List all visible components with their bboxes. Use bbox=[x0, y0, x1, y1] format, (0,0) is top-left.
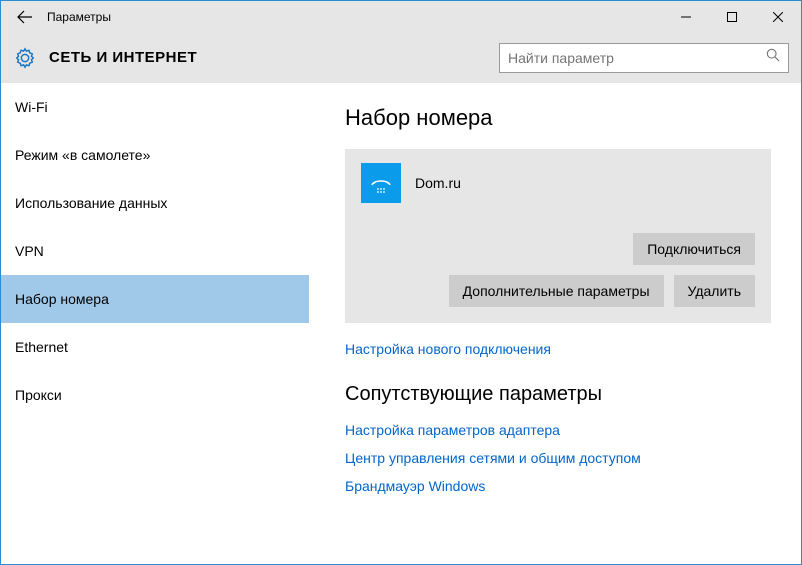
minimize-button[interactable] bbox=[663, 1, 709, 33]
settings-gear-icon[interactable] bbox=[13, 46, 37, 70]
sidebar-item[interactable]: Использование данных bbox=[1, 179, 309, 227]
sidebar-item[interactable]: Набор номера bbox=[1, 275, 309, 323]
connection-actions: Подключиться Дополнительные параметры Уд… bbox=[361, 233, 755, 307]
close-button[interactable] bbox=[755, 1, 801, 33]
connection-card[interactable]: Dom.ru Подключиться Дополнительные парам… bbox=[345, 149, 771, 323]
sidebar-item[interactable]: Прокси bbox=[1, 371, 309, 419]
search-box[interactable] bbox=[499, 43, 789, 73]
category-title: СЕТЬ И ИНТЕРНЕТ bbox=[49, 49, 197, 66]
settings-window: Параметры СЕТЬ И ИНТЕРНЕТ bbox=[0, 0, 802, 565]
header-row: СЕТЬ И ИНТЕРНЕТ bbox=[1, 33, 801, 83]
related-link[interactable]: Центр управления сетями и общим доступом bbox=[345, 450, 771, 466]
search-input[interactable] bbox=[508, 50, 766, 66]
page-title: Набор номера bbox=[345, 105, 771, 131]
arrow-left-icon bbox=[17, 9, 33, 25]
related-title: Сопутствующие параметры bbox=[345, 383, 771, 406]
sidebar-item[interactable]: Wi-Fi bbox=[1, 83, 309, 131]
body: Wi-FiРежим «в самолете»Использование дан… bbox=[1, 83, 801, 564]
related-links: Настройка параметров адаптера Центр управ… bbox=[345, 422, 771, 494]
maximize-button[interactable] bbox=[709, 1, 755, 33]
titlebar: Параметры bbox=[1, 1, 801, 33]
advanced-button[interactable]: Дополнительные параметры bbox=[449, 275, 664, 307]
sidebar: Wi-FiРежим «в самолете»Использование дан… bbox=[1, 83, 309, 564]
connection-header: Dom.ru bbox=[361, 163, 755, 203]
search-icon bbox=[766, 48, 780, 67]
sidebar-item[interactable]: VPN bbox=[1, 227, 309, 275]
gear-icon bbox=[14, 47, 36, 69]
window-buttons bbox=[663, 1, 801, 33]
window-title: Параметры bbox=[47, 10, 111, 24]
new-connection-link[interactable]: Настройка нового подключения bbox=[345, 341, 771, 357]
connection-name: Dom.ru bbox=[415, 175, 461, 191]
minimize-icon bbox=[681, 12, 691, 22]
close-icon bbox=[773, 12, 783, 22]
dialup-icon bbox=[361, 163, 401, 203]
maximize-icon bbox=[727, 12, 737, 22]
related-link[interactable]: Брандмауэр Windows bbox=[345, 478, 771, 494]
sidebar-item[interactable]: Режим «в самолете» bbox=[1, 131, 309, 179]
main-panel: Набор номера Dom.ru Подключиться bbox=[309, 83, 801, 564]
back-button[interactable] bbox=[9, 1, 41, 33]
sidebar-item[interactable]: Ethernet bbox=[1, 323, 309, 371]
related-link[interactable]: Настройка параметров адаптера bbox=[345, 422, 771, 438]
delete-button[interactable]: Удалить bbox=[674, 275, 755, 307]
connect-button[interactable]: Подключиться bbox=[633, 233, 755, 265]
